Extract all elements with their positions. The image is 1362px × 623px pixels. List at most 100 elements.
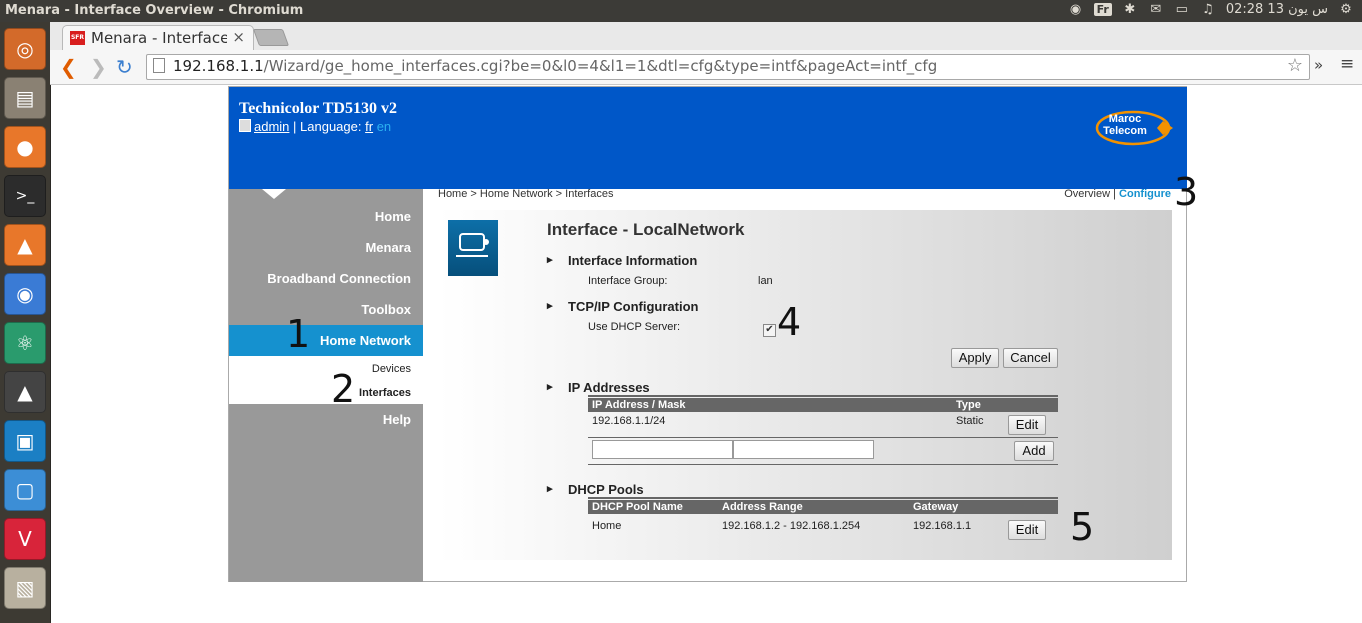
sidebar-item-home-network[interactable]: Home Network: [229, 325, 423, 356]
user-link[interactable]: admin: [254, 119, 289, 134]
reload-icon[interactable]: ↻: [116, 55, 133, 79]
extensions-overflow-icon[interactable]: »: [1314, 56, 1323, 74]
tab-title: Menara - Interface Overview: [91, 29, 227, 47]
section-tcpip-configuration[interactable]: TCP/IP Configuration: [547, 299, 699, 314]
launcher-vivaldi-icon[interactable]: V: [4, 518, 46, 560]
page-header: Technicolor TD5130 v2 admin | Language: …: [229, 87, 1187, 189]
dhcp-col-name: DHCP Pool Name: [592, 501, 683, 513]
dhcp-col-gateway: Gateway: [913, 501, 959, 513]
forward-arrow-icon[interactable]: ❯: [90, 55, 107, 79]
dhcp-cell-gateway: 192.168.1.1: [913, 520, 972, 532]
breadcrumb: Home > Home Network > Interfaces: [438, 188, 614, 200]
wifi-icon[interactable]: ◉: [1068, 2, 1084, 17]
sfr-favicon-icon: SFR: [70, 31, 85, 45]
view-separator: |: [1113, 188, 1116, 200]
sidebar-item-home[interactable]: Home: [375, 209, 411, 224]
sidebar: Home Menara Broadband Connection Toolbox…: [229, 189, 423, 582]
mail-icon[interactable]: ✉: [1148, 2, 1164, 17]
ip-table-header: IP Address / Mask Type: [588, 398, 1058, 412]
tab-close-icon[interactable]: ×: [232, 28, 245, 46]
ip-cell-address: 192.168.1.1/24: [592, 415, 666, 427]
launcher-atom-icon[interactable]: ⚛: [4, 322, 46, 364]
launcher-ubuntu-icon[interactable]: ◎: [4, 28, 46, 70]
cancel-button[interactable]: Cancel: [1003, 348, 1058, 368]
apply-button[interactable]: Apply: [951, 348, 999, 368]
address-bar[interactable]: 192.168.1.1/Wizard/ge_home_interfaces.cg…: [146, 54, 1310, 80]
user-icon: [239, 119, 251, 132]
system-tray: ◉ Fr ✱ ✉ ▭ ♫ 02:28 13 س يون ⚙: [1068, 2, 1354, 17]
browser-toolbar: ❮ ❯ ↻ 192.168.1.1/Wizard/ge_home_interfa…: [50, 50, 1362, 85]
ip-col-address: IP Address / Mask: [592, 399, 686, 411]
dhcp-server-checkbox[interactable]: ✔: [763, 324, 776, 337]
page-title: Interface - LocalNetwork: [547, 220, 745, 239]
url-text[interactable]: 192.168.1.1/Wizard/ge_home_interfaces.cg…: [173, 57, 937, 75]
browser-tab[interactable]: SFR Menara - Interface Overview ×: [62, 25, 254, 51]
device-model: Technicolor TD5130 v2: [239, 100, 397, 117]
launcher-vlc-icon[interactable]: ▲: [4, 224, 46, 266]
bluetooth-icon[interactable]: ✱: [1122, 2, 1138, 17]
dhcp-cell-name: Home: [592, 520, 622, 532]
view-switcher: Overview | Configure: [1064, 188, 1171, 200]
network-interface-icon: [448, 220, 498, 276]
dhcp-cell-range: 192.168.1.2 - 192.168.1.254: [722, 520, 861, 532]
window-title: Menara - Interface Overview - Chromium: [5, 3, 304, 18]
ip-table-rule: [588, 437, 1058, 438]
annotation-4: 4: [777, 300, 802, 344]
ip-col-type: Type: [956, 399, 981, 411]
launcher-virtualbox-icon[interactable]: ▢: [4, 469, 46, 511]
sidebar-item-toolbox[interactable]: Toolbox: [361, 302, 411, 317]
keyboard-layout-indicator[interactable]: Fr: [1093, 3, 1112, 16]
main-content: Interface - LocalNetwork Interface Infor…: [438, 210, 1172, 560]
annotation-3: 3: [1174, 170, 1199, 214]
launcher-app-icon[interactable]: ▣: [4, 420, 46, 462]
launcher-chromium-icon[interactable]: ◉: [4, 273, 46, 315]
sidebar-item-broadband[interactable]: Broadband Connection: [267, 271, 411, 286]
interface-group-value: lan: [758, 275, 773, 287]
ip-mask-input[interactable]: [733, 440, 874, 459]
section-interface-information[interactable]: Interface Information: [547, 253, 697, 268]
dhcp-col-range: Address Range: [722, 501, 803, 513]
annotation-2: 2: [331, 367, 356, 411]
logo-line2: Telecom: [1103, 125, 1147, 137]
launcher-firefox-icon[interactable]: ●: [4, 126, 46, 168]
ip-address-input[interactable]: [592, 440, 733, 459]
add-ip-button[interactable]: Add: [1014, 441, 1054, 461]
annotation-1: 1: [286, 312, 311, 356]
table-row: 192.168.1.1/24 Static: [588, 414, 1058, 436]
configure-link[interactable]: Configure: [1119, 188, 1171, 200]
new-tab-button[interactable]: [252, 29, 290, 46]
logo-line1: Maroc: [1109, 113, 1141, 125]
launcher-image-viewer-icon[interactable]: ▧: [4, 567, 46, 609]
volume-icon[interactable]: ♫: [1200, 2, 1216, 17]
bookmark-star-icon[interactable]: ☆: [1287, 55, 1303, 76]
section-ip-addresses[interactable]: IP Addresses: [547, 380, 650, 395]
sidebar-item-menara[interactable]: Menara: [365, 240, 411, 255]
launcher-terminal-icon[interactable]: >_: [4, 175, 46, 217]
sidebar-subnav: Devices Interfaces: [229, 356, 423, 404]
annotation-5: 5: [1070, 505, 1095, 549]
overview-link[interactable]: Overview: [1064, 188, 1110, 200]
clock[interactable]: 02:28 13 س يون: [1226, 2, 1328, 17]
sidebar-item-help[interactable]: Help: [383, 412, 411, 427]
back-arrow-icon[interactable]: ❮: [60, 55, 77, 79]
sidebar-subitem-interfaces[interactable]: Interfaces: [359, 387, 411, 399]
sidebar-pointer: [262, 189, 286, 199]
language-en-link[interactable]: en: [377, 119, 391, 134]
browser-tab-strip: SFR Menara - Interface Overview ×: [50, 22, 1362, 51]
settings-gear-icon[interactable]: ⚙: [1338, 2, 1354, 17]
dhcp-table-header: DHCP Pool Name Address Range Gateway: [588, 500, 1058, 514]
edit-dhcp-button[interactable]: Edit: [1008, 520, 1046, 540]
browser-menu-icon[interactable]: ≡: [1340, 54, 1354, 74]
launcher-inkscape-icon[interactable]: ▲: [4, 371, 46, 413]
battery-icon[interactable]: ▭: [1174, 2, 1190, 17]
sidebar-subitem-devices[interactable]: Devices: [372, 363, 411, 375]
maroc-telecom-logo: Maroc Telecom: [1095, 110, 1173, 146]
edit-ip-button[interactable]: Edit: [1008, 415, 1046, 435]
language-fr-link[interactable]: fr: [365, 119, 373, 134]
dhcp-section-rule: [588, 497, 1058, 499]
section-dhcp-pools[interactable]: DHCP Pools: [547, 482, 644, 497]
interface-group-label: Interface Group:: [588, 275, 668, 287]
user-bar: admin | Language: fr en: [239, 119, 391, 134]
launcher-files-icon[interactable]: ▤: [4, 77, 46, 119]
language-label: | Language:: [293, 119, 362, 134]
